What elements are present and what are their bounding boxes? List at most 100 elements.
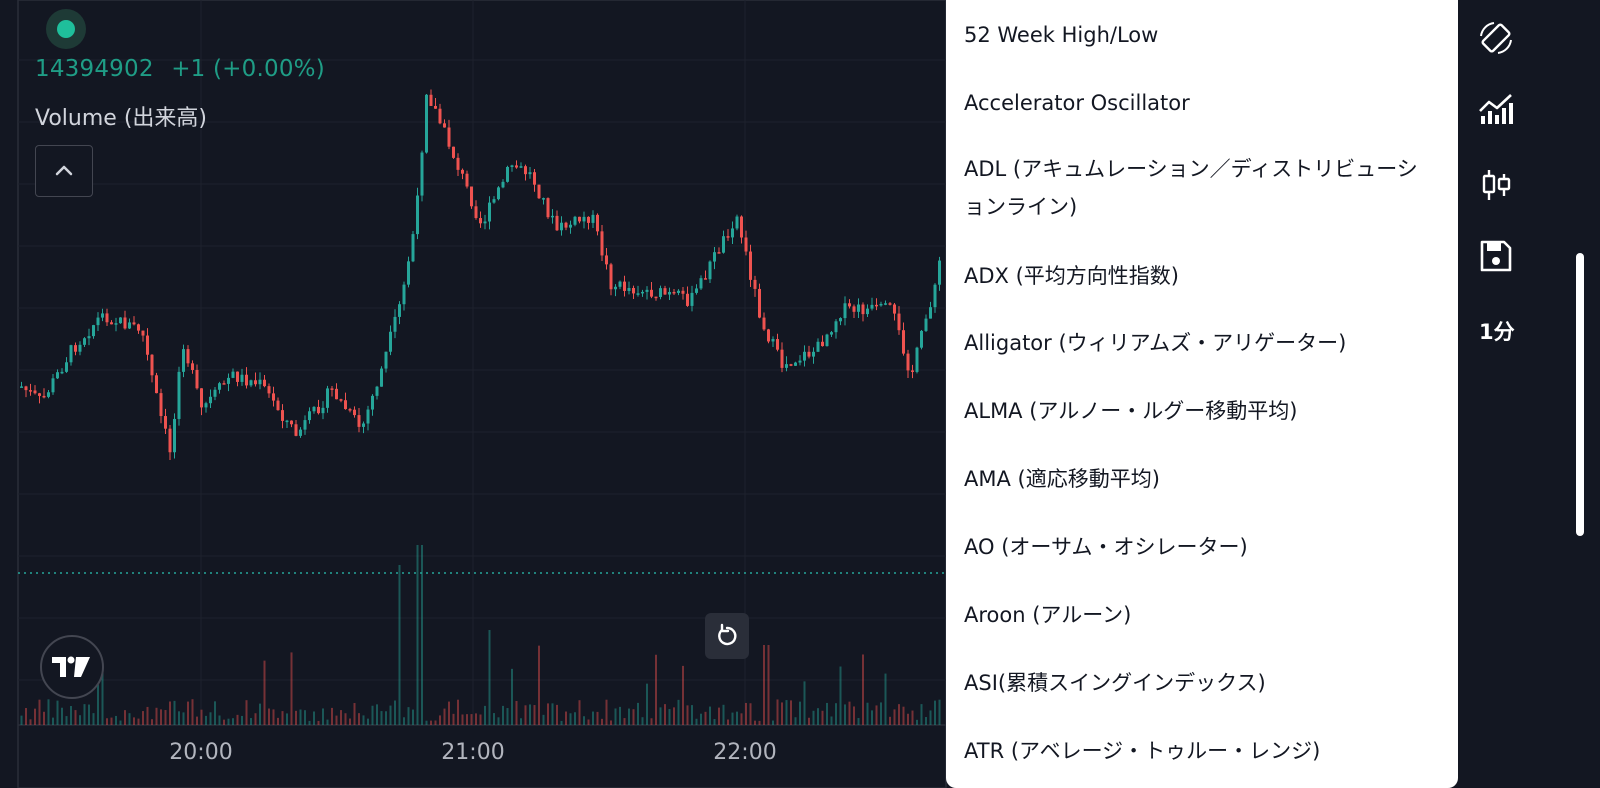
collapse-legend-button[interactable] bbox=[35, 145, 93, 197]
candle-body bbox=[753, 279, 757, 289]
volume-bar bbox=[214, 701, 216, 725]
volume-bar bbox=[722, 704, 725, 725]
candle-body bbox=[218, 383, 221, 390]
volume-bar bbox=[817, 708, 819, 725]
volume-bar bbox=[668, 709, 671, 725]
volume-bar bbox=[515, 700, 518, 725]
candle-body bbox=[686, 293, 689, 306]
volume-bar bbox=[853, 706, 855, 725]
candle-body bbox=[470, 186, 473, 207]
volume-bar bbox=[349, 718, 351, 725]
menu-item-atr[interactable]: ATR (アベレージ・トゥルー・レンジ) bbox=[964, 732, 1418, 770]
indicator-label[interactable]: Volume (出来高) bbox=[35, 100, 207, 132]
volume-bar bbox=[727, 719, 729, 725]
rotate-screen-button[interactable] bbox=[1476, 18, 1516, 58]
volume-bar bbox=[178, 711, 180, 725]
volume-bar bbox=[398, 565, 401, 725]
candle-body bbox=[726, 236, 730, 238]
volume-bar bbox=[637, 702, 639, 725]
volume-bar bbox=[308, 720, 311, 725]
reset-chart-button[interactable] bbox=[705, 613, 749, 659]
tradingview-logo[interactable] bbox=[40, 635, 104, 699]
candle-body bbox=[294, 424, 298, 436]
volume-bar bbox=[655, 654, 657, 725]
volume-bar bbox=[736, 711, 738, 725]
volume-bar bbox=[416, 545, 419, 725]
volume-bar bbox=[916, 719, 918, 725]
save-layout-button[interactable] bbox=[1476, 236, 1516, 276]
candle-body bbox=[929, 307, 932, 319]
candle-body bbox=[281, 410, 284, 421]
volume-bar bbox=[592, 711, 594, 725]
candle-body bbox=[114, 323, 118, 325]
scrollbar-thumb[interactable] bbox=[1576, 253, 1584, 536]
candle-body bbox=[141, 330, 145, 336]
candle-body bbox=[191, 363, 194, 370]
market-status-dot bbox=[57, 20, 75, 38]
menu-item-adx[interactable]: ADX (平均方向性指数) bbox=[964, 257, 1418, 295]
menu-item-alma[interactable]: ALMA (アルノー・ルグー移動平均) bbox=[964, 392, 1418, 430]
volume-bar bbox=[313, 711, 315, 725]
candle-body bbox=[308, 411, 311, 421]
candle-body bbox=[29, 390, 32, 392]
volume-bar bbox=[452, 713, 455, 725]
menu-item-aroon[interactable]: Aroon (アルーン) bbox=[964, 596, 1418, 634]
candle-body bbox=[290, 420, 293, 425]
menu-item-adl[interactable]: ADL (アキュムレーション／ディストリビューションライン) bbox=[964, 150, 1418, 226]
volume-bar bbox=[290, 652, 293, 725]
candle-body bbox=[236, 371, 239, 382]
candle-body bbox=[231, 371, 235, 378]
candle-body bbox=[348, 409, 352, 411]
candle-body bbox=[857, 304, 860, 312]
candle-body bbox=[353, 409, 356, 416]
menu-item-ao[interactable]: AO (オーサム・オシレーター) bbox=[964, 528, 1418, 566]
volume-bar bbox=[47, 699, 50, 725]
volume-bar bbox=[196, 716, 198, 725]
volume-bar bbox=[70, 706, 72, 725]
volume-bar bbox=[871, 710, 873, 725]
volume-bar bbox=[925, 717, 927, 725]
menu-item-ama[interactable]: AMA (適応移動平均) bbox=[964, 460, 1418, 498]
candle-body bbox=[888, 303, 892, 305]
volume-bar bbox=[299, 709, 302, 725]
volume-legend-value: 14394902 +1 (+0.00%) bbox=[35, 56, 325, 82]
candle-body bbox=[87, 336, 91, 339]
volume-bar bbox=[169, 701, 171, 725]
interval-button[interactable]: 1分 bbox=[1479, 316, 1515, 346]
volume-bar bbox=[763, 645, 765, 725]
volume-bar bbox=[596, 711, 599, 725]
candle-body bbox=[119, 317, 122, 324]
volume-bar bbox=[844, 704, 846, 725]
volume-bar bbox=[344, 713, 347, 725]
candle-body bbox=[339, 399, 343, 401]
indicators-button[interactable] bbox=[1476, 88, 1516, 128]
menu-item-52-week-high-low[interactable]: 52 Week High/Low bbox=[964, 16, 1418, 54]
candle-body bbox=[186, 349, 190, 364]
menu-item-asi[interactable]: ASI(累積スイングインデックス) bbox=[964, 664, 1418, 702]
candle-body bbox=[519, 166, 523, 168]
volume-bar bbox=[929, 710, 932, 725]
volume-bar bbox=[713, 719, 716, 725]
indicator-menu[interactable]: 52 Week High/Low Accelerator Oscillator … bbox=[946, 0, 1458, 788]
candle-body bbox=[551, 215, 554, 218]
chart-type-button[interactable] bbox=[1476, 165, 1516, 205]
candle-body bbox=[33, 390, 37, 394]
candle-body bbox=[596, 214, 599, 232]
candle-body bbox=[695, 288, 698, 293]
volume-bar bbox=[353, 703, 356, 725]
volume-bar bbox=[434, 720, 437, 725]
volume-bar bbox=[880, 702, 882, 725]
volume-bar bbox=[610, 720, 612, 725]
candle-body bbox=[515, 165, 518, 168]
menu-item-accelerator-oscillator[interactable]: Accelerator Oscillator bbox=[964, 84, 1418, 122]
volume-bar bbox=[268, 708, 270, 725]
candle-body bbox=[200, 388, 203, 408]
menu-item-alligator[interactable]: Alligator (ウィリアムズ・アリゲーター) bbox=[964, 324, 1418, 362]
candle-body bbox=[893, 304, 896, 314]
candle-body bbox=[614, 286, 617, 290]
volume-bar bbox=[754, 720, 756, 725]
candle-body bbox=[312, 406, 316, 412]
volume-bar bbox=[601, 718, 603, 725]
volume-bar bbox=[466, 714, 468, 725]
candle-body bbox=[105, 313, 109, 323]
